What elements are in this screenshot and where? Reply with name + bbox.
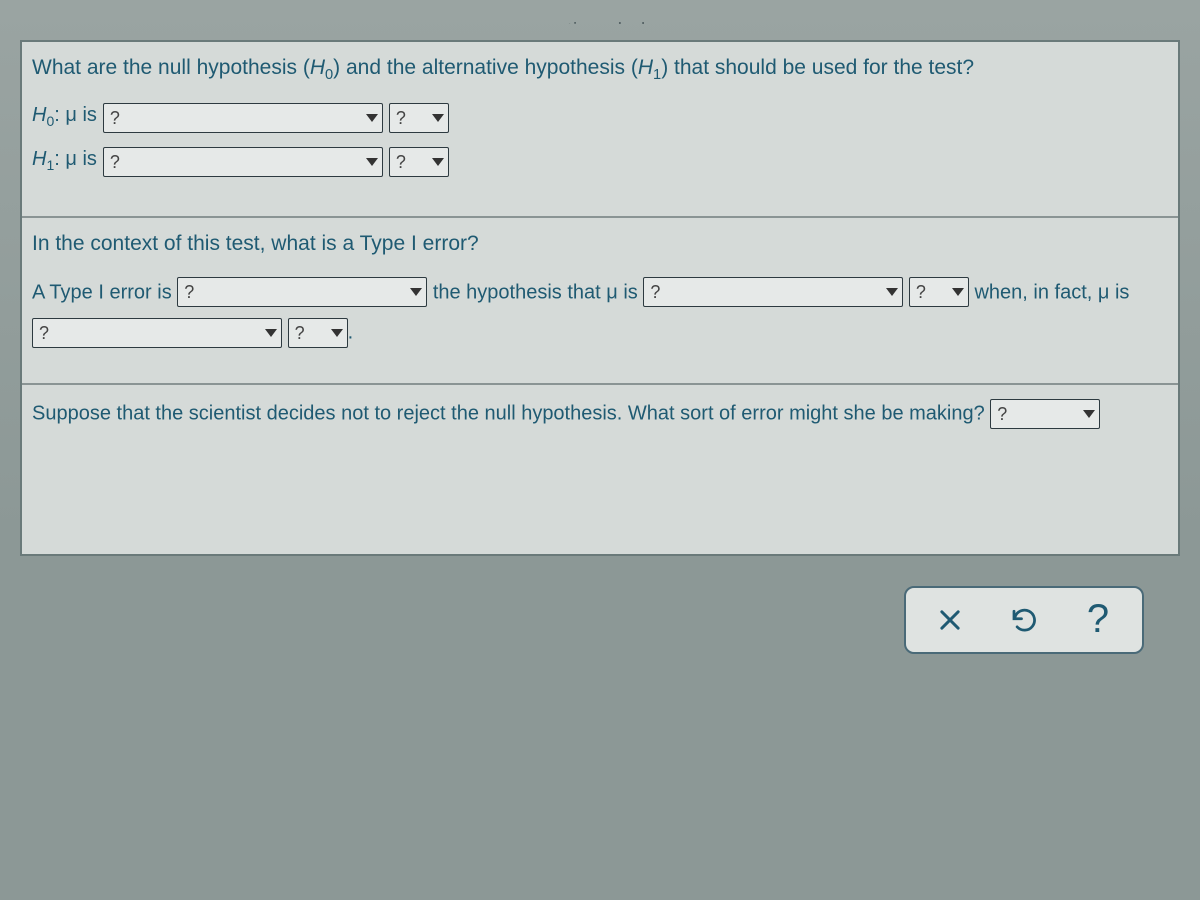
reset-button[interactable] xyxy=(1004,598,1044,642)
chevron-down-icon xyxy=(886,288,898,296)
type1-fact-relation-dropdown[interactable]: ? xyxy=(32,318,282,348)
clear-button[interactable] xyxy=(930,598,970,642)
dropdown-value: ? xyxy=(184,272,404,312)
text-fragment: the hypothesis that μ is xyxy=(433,281,644,303)
top-fragment-text: questions below: xyxy=(20,20,1180,24)
h0-relation-dropdown[interactable]: ? xyxy=(103,103,383,133)
chevron-down-icon xyxy=(432,114,444,122)
prompt-text: ) and the alternative hypothesis ( xyxy=(333,56,638,79)
undo-icon xyxy=(1009,605,1039,635)
h1-value-dropdown[interactable]: ? xyxy=(389,147,449,177)
h0-H: H xyxy=(32,104,46,126)
chevron-down-icon xyxy=(952,288,964,296)
type1-action-dropdown[interactable]: ? xyxy=(177,277,427,307)
h1-label: H1: μ is xyxy=(32,142,97,182)
h0-post: : μ is xyxy=(54,104,97,126)
prompt-text: ) that should be used for the test? xyxy=(661,56,974,79)
section-hypotheses: What are the null hypothesis (H0) and th… xyxy=(22,42,1178,218)
dropdown-value: ? xyxy=(110,101,360,135)
h1-H: H xyxy=(32,148,46,170)
h0-value-dropdown[interactable]: ? xyxy=(389,103,449,133)
dropdown-value: ? xyxy=(997,394,1077,434)
text-fragment: A Type I error is xyxy=(32,281,177,303)
decision-sentence: Suppose that the scientist decides not t… xyxy=(32,393,1168,434)
type1-hyp-value-dropdown[interactable]: ? xyxy=(909,277,969,307)
h0-row: H0: μ is ? ? xyxy=(32,98,1168,138)
h1-relation-dropdown[interactable]: ? xyxy=(103,147,383,177)
chevron-down-icon xyxy=(432,158,444,166)
h1-subscript: 1 xyxy=(653,67,661,83)
toolbar-container: ? xyxy=(20,586,1180,654)
toolbar: ? xyxy=(904,586,1144,654)
h1-post: : μ is xyxy=(54,148,97,170)
chevron-down-icon xyxy=(1083,410,1095,418)
prompt-type1: In the context of this test, what is a T… xyxy=(32,228,1168,260)
dropdown-value: ? xyxy=(396,101,426,135)
help-button[interactable]: ? xyxy=(1078,598,1118,642)
dropdown-value: ? xyxy=(916,272,946,312)
type1-fact-value-dropdown[interactable]: ? xyxy=(288,318,348,348)
prompt-text: What are the null hypothesis ( xyxy=(32,56,310,79)
page-root: questions below: What are the null hypot… xyxy=(0,0,1200,900)
type1-sentence: A Type I error is ? the hypothesis that … xyxy=(32,272,1168,353)
h1-row: H1: μ is ? ? xyxy=(32,142,1168,182)
question-card: What are the null hypothesis (H0) and th… xyxy=(20,40,1180,556)
h0-symbol: H xyxy=(310,56,325,79)
dropdown-value: ? xyxy=(396,145,426,179)
text-fragment: . xyxy=(348,322,354,344)
chevron-down-icon xyxy=(410,288,422,296)
error-type-dropdown[interactable]: ? xyxy=(990,399,1100,429)
chevron-down-icon xyxy=(265,329,277,337)
chevron-down-icon xyxy=(366,158,378,166)
type1-hyp-relation-dropdown[interactable]: ? xyxy=(643,277,903,307)
chevron-down-icon xyxy=(366,114,378,122)
dropdown-value: ? xyxy=(650,272,880,312)
question-icon: ? xyxy=(1087,597,1109,642)
dropdown-value: ? xyxy=(295,313,325,353)
chevron-down-icon xyxy=(331,329,343,337)
close-icon xyxy=(936,606,964,634)
prompt-hypotheses: What are the null hypothesis (H0) and th… xyxy=(32,52,1168,86)
h1-symbol: H xyxy=(638,56,653,79)
section-decision: Suppose that the scientist decides not t… xyxy=(22,385,1178,554)
section-type1: In the context of this test, what is a T… xyxy=(22,218,1178,385)
prompt-decision: Suppose that the scientist decides not t… xyxy=(32,403,985,425)
dropdown-value: ? xyxy=(110,145,360,179)
text-fragment: when, in fact, μ is xyxy=(974,281,1129,303)
dropdown-value: ? xyxy=(39,313,259,353)
h0-subscript: 0 xyxy=(325,67,333,83)
h0-label: H0: μ is xyxy=(32,98,97,138)
